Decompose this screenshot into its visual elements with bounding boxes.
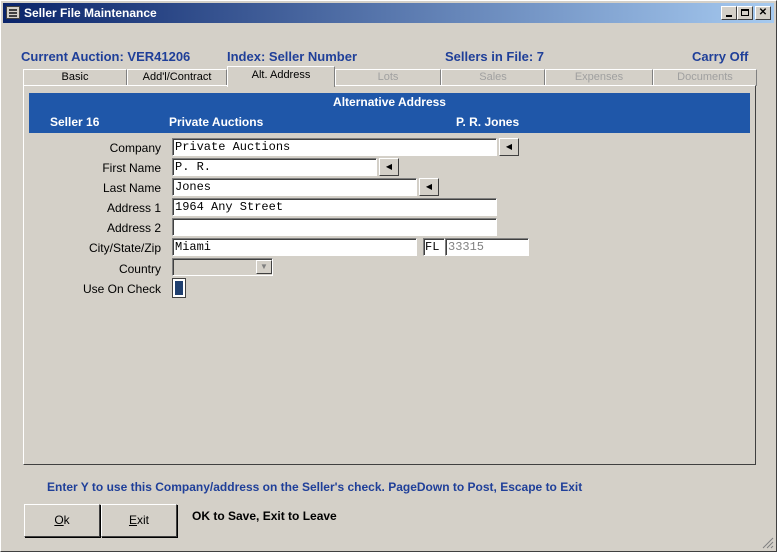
index-label: Index: Seller Number [227,49,358,64]
banner-seller-number: Seller 16 [50,115,100,129]
sellers-in-file-label: Sellers in File: 7 [445,49,544,64]
window-title: Seller File Maintenance [24,6,157,20]
company-label: Company [109,141,161,155]
first-name-label: First Name [102,161,161,175]
close-button[interactable]: ✕ [755,6,771,20]
address2-field[interactable] [172,218,497,236]
first-name-arrow-button[interactable]: ◀ [379,158,399,176]
address2-label: Address 2 [106,221,161,235]
last-name-field[interactable]: Jones [172,178,417,196]
ok-button[interactable]: Ok [24,504,100,537]
company-field[interactable]: Private Auctions [172,138,497,156]
ok-button-label: k [63,513,70,527]
country-dropdown-arrow-icon[interactable]: ▼ [256,260,272,274]
city-field[interactable]: Miami [172,238,417,256]
company-arrow-button[interactable]: ◀ [499,138,519,156]
use-on-check-label: Use On Check [82,282,161,296]
tab-strip: Basic Add'l/Contract Alt. Address Lots S… [23,66,758,87]
use-on-check-field[interactable] [172,278,186,298]
status-hint: Enter Y to use this Company/address on t… [47,480,583,494]
address1-label: Address 1 [106,201,161,215]
banner-company: Private Auctions [169,115,264,129]
current-auction-label: Current Auction: VER41206 [21,49,191,64]
exit-button[interactable]: Exit [101,504,177,537]
minimize-button[interactable] [721,6,737,20]
carry-status-label: Carry Off [692,49,749,64]
resize-grip-icon[interactable] [762,537,774,549]
seller-file-maintenance-window: Seller File Maintenance ✕ Current Auctio… [0,0,777,552]
zip-field[interactable]: 33315 [445,238,529,256]
country-label: Country [118,262,161,276]
title-bar[interactable]: Seller File Maintenance ✕ [3,3,774,23]
maximize-button[interactable] [737,6,753,20]
city-state-zip-label: City/State/Zip [88,241,161,255]
last-name-label: Last Name [102,181,161,195]
tab-lots[interactable]: Lots [335,69,441,86]
app-menu-icon[interactable] [6,6,20,19]
tab-sales[interactable]: Sales [441,69,545,86]
alternative-address-banner: Alternative Address Seller 16 Private Au… [29,93,750,133]
ok-button-mnemonic: O [54,513,64,527]
tab-expenses[interactable]: Expenses [545,69,653,86]
exit-button-label: xit [137,513,149,527]
tab-documents[interactable]: Documents [653,69,757,86]
address1-field[interactable]: 1964 Any Street [172,198,497,216]
banner-heading: Alternative Address [333,95,446,109]
tab-alt-address[interactable]: Alt. Address [227,66,335,87]
state-field[interactable]: FL [423,238,445,256]
tab-basic[interactable]: Basic [23,69,127,86]
footer-message: OK to Save, Exit to Leave [192,509,337,523]
last-name-arrow-button[interactable]: ◀ [419,178,439,196]
first-name-field[interactable]: P. R. [172,158,377,176]
exit-button-mnemonic: E [128,513,137,527]
tab-addl-contract[interactable]: Add'l/Contract [127,69,227,86]
banner-seller-name: P. R. Jones [456,115,520,129]
